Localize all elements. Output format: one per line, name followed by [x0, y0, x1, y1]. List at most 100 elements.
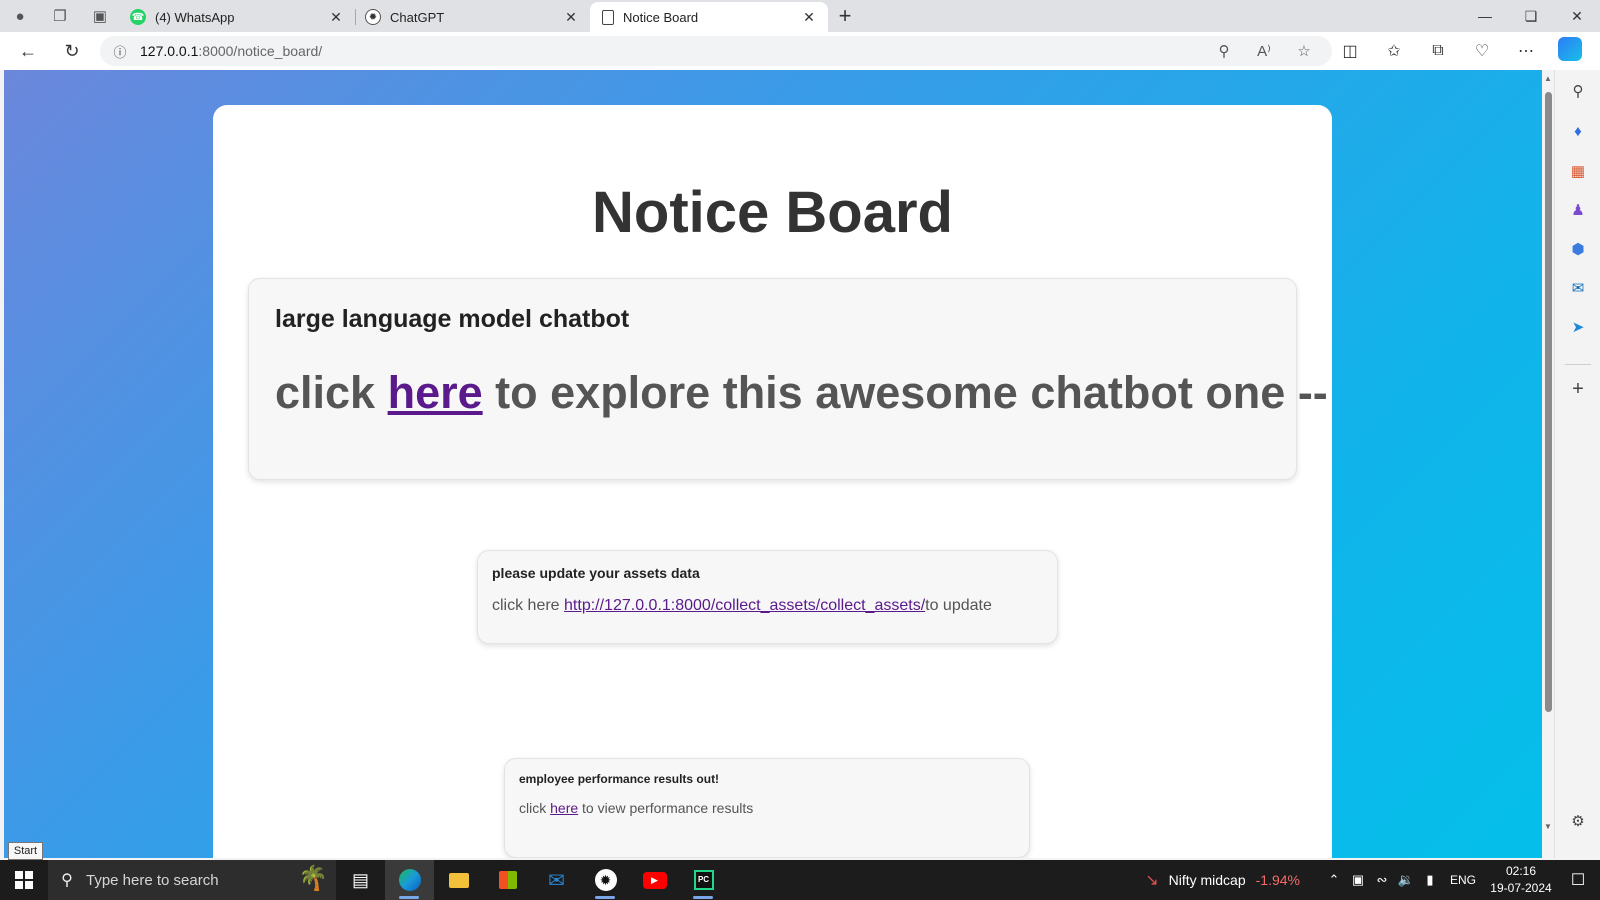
pycharm-icon[interactable]: PC	[679, 860, 728, 900]
favorite-star-icon[interactable]: ☆	[1284, 42, 1324, 60]
tab-whatsapp[interactable]: ☎ (4) WhatsApp ✕	[120, 2, 355, 32]
read-aloud-icon[interactable]: A⁾	[1244, 42, 1284, 60]
windows-logo-icon	[15, 871, 33, 889]
tab-chatgpt[interactable]: ✹ ChatGPT ✕	[355, 2, 590, 32]
chatbot-link[interactable]: here	[388, 367, 483, 418]
notice-text-prefix: click	[275, 367, 388, 418]
browser-toolbar: ← ↻ ⓘ 127.0.0.1:8000/notice_board/ ⚲ A⁾ …	[0, 32, 1600, 70]
tab-strip: ● ❐ ▣ ☎ (4) WhatsApp ✕ ✹ ChatGPT ✕ Notic…	[0, 0, 1600, 32]
copilot-icon[interactable]	[1548, 36, 1592, 66]
split-screen-icon[interactable]: ◫	[1328, 41, 1372, 61]
tab-title: ChatGPT	[390, 9, 445, 25]
youtube-icon[interactable]: ▶	[630, 860, 679, 900]
notice-card-performance: employee performance results out! click …	[504, 758, 1030, 858]
minimize-icon[interactable]: —	[1462, 0, 1508, 32]
address-bar[interactable]: ⓘ 127.0.0.1:8000/notice_board/ ⚲ A⁾ ☆	[100, 36, 1332, 66]
task-view-icon[interactable]: ▤	[336, 860, 385, 900]
file-explorer-icon[interactable]	[434, 860, 483, 900]
notice-card-chatbot: large language model chatbot click here …	[248, 278, 1328, 480]
whatsapp-icon: ☎	[130, 9, 146, 25]
site-info-icon[interactable]: ⓘ	[100, 42, 140, 61]
device-icon[interactable]: ▣	[1346, 872, 1370, 888]
shopping-tag-icon[interactable]: ♦	[1566, 119, 1590, 143]
tab-notice-board[interactable]: Notice Board ✕	[590, 2, 828, 32]
sidebar-settings-icon[interactable]: ⚙	[1566, 809, 1590, 833]
stock-change: -1.94%	[1255, 872, 1300, 888]
add-sidebar-app-icon[interactable]: +	[1566, 377, 1590, 401]
close-tab-icon[interactable]: ✕	[562, 9, 580, 26]
chatgpt-app-icon[interactable]: ✹	[581, 860, 630, 900]
outlook-icon[interactable]: ✉	[1566, 276, 1590, 300]
notice-card-assets: please update your assets data click her…	[477, 550, 1058, 644]
microsoft-store-icon[interactable]	[483, 860, 532, 900]
scroll-up-icon[interactable]: ▲	[1542, 74, 1554, 88]
notice-text-prefix: click	[519, 800, 551, 816]
notice-heading: please update your assets data	[492, 565, 700, 581]
notice-body: click here http://127.0.0.1:8000/collect…	[492, 597, 992, 615]
url-text: 127.0.0.1:8000/notice_board/	[140, 43, 322, 59]
stock-widget[interactable]: ↘ Nifty midcap -1.94%	[1145, 870, 1300, 890]
clock[interactable]: 02:16 19-07-2024	[1486, 863, 1556, 897]
start-tooltip: Start	[8, 842, 43, 860]
screen: ● ❐ ▣ ☎ (4) WhatsApp ✕ ✹ ChatGPT ✕ Notic…	[0, 0, 1600, 900]
search-icon: ⚲	[61, 872, 73, 889]
page-scrollbar[interactable]: ▲ ▼	[1542, 70, 1554, 858]
taskbar-search-box[interactable]: ⚲ Type here to search 🌴	[48, 860, 336, 900]
scroll-down-icon[interactable]: ▼	[1542, 822, 1554, 836]
restore-icon[interactable]: ❏	[1508, 0, 1554, 32]
favorites-icon[interactable]: ✩	[1372, 41, 1416, 61]
new-tab-button[interactable]: +	[828, 0, 862, 32]
browser-sidebar: ⚲ ♦ ▦ ♟ ⬢ ✉ ➤ + ⚙	[1554, 70, 1600, 858]
document-icon	[602, 9, 614, 25]
notice-text-suffix: to explore this awesome chatbot one --	[482, 367, 1328, 418]
tab-title: (4) WhatsApp	[155, 9, 235, 25]
volume-icon[interactable]: 🔉	[1394, 872, 1418, 888]
sidebar-divider	[1565, 364, 1591, 365]
notifications-icon[interactable]: ☐	[1556, 870, 1600, 890]
close-tab-icon[interactable]: ✕	[800, 9, 818, 26]
tools-icon[interactable]: ▦	[1566, 159, 1590, 183]
collect-assets-link[interactable]: http://127.0.0.1:8000/collect_assets/col…	[564, 597, 925, 614]
tab-actions-icon[interactable]: ▣	[80, 0, 120, 32]
scrollbar-thumb[interactable]	[1545, 92, 1552, 712]
close-window-icon[interactable]: ✕	[1554, 0, 1600, 32]
taskbar: ⚲ Type here to search 🌴 ▤ ✉ ✹ ▶ PC ↘ Nif…	[0, 860, 1600, 900]
clock-time: 02:16	[1505, 864, 1537, 878]
url-path: :8000/notice_board/	[198, 43, 323, 59]
notice-body: click here to explore this awesome chatb…	[275, 367, 1328, 419]
page-viewport: Notice Board large language model chatbo…	[4, 70, 1542, 858]
chatgpt-icon: ✹	[365, 9, 381, 25]
window-controls: — ❏ ✕	[1462, 0, 1600, 32]
mail-icon[interactable]: ✉	[532, 860, 581, 900]
profile-icon[interactable]: ●	[0, 0, 40, 32]
notice-heading: large language model chatbot	[275, 305, 630, 333]
chevron-up-icon[interactable]: ⌃	[1322, 872, 1346, 888]
stock-down-icon: ↘	[1145, 872, 1159, 889]
workspaces-icon[interactable]: ❐	[40, 0, 80, 32]
wifi-icon[interactable]: ∾	[1370, 872, 1394, 888]
language-indicator[interactable]: ENG	[1450, 873, 1476, 887]
battery-icon[interactable]: ▮	[1418, 872, 1442, 888]
clock-date: 19-07-2024	[1490, 881, 1552, 895]
search-placeholder: Type here to search	[86, 871, 219, 889]
zoom-icon[interactable]: ⚲	[1204, 42, 1244, 60]
stock-name: Nifty midcap	[1168, 872, 1246, 888]
more-menu-icon[interactable]: ⋯	[1504, 41, 1548, 61]
games-icon[interactable]: ♟	[1566, 198, 1590, 222]
notice-heading: employee performance results out!	[519, 772, 720, 786]
notice-body: click here to view performance results	[519, 800, 753, 816]
refresh-icon[interactable]: ↻	[50, 32, 94, 70]
start-button[interactable]	[0, 860, 48, 900]
tab-title: Notice Board	[623, 9, 699, 25]
close-tab-icon[interactable]: ✕	[327, 9, 345, 26]
notice-text-suffix: to view performance results	[578, 800, 754, 816]
back-icon[interactable]: ←	[6, 32, 50, 70]
microsoft-365-icon[interactable]: ⬢	[1566, 237, 1590, 261]
collections-icon[interactable]: ⧉	[1416, 42, 1460, 60]
browser-essentials-icon[interactable]: ♡	[1460, 41, 1504, 61]
drop-icon[interactable]: ➤	[1566, 315, 1590, 339]
search-icon[interactable]: ⚲	[1566, 79, 1590, 103]
performance-results-link[interactable]: here	[550, 800, 578, 816]
notice-text-suffix: to update	[925, 597, 992, 614]
edge-icon[interactable]	[385, 860, 434, 900]
